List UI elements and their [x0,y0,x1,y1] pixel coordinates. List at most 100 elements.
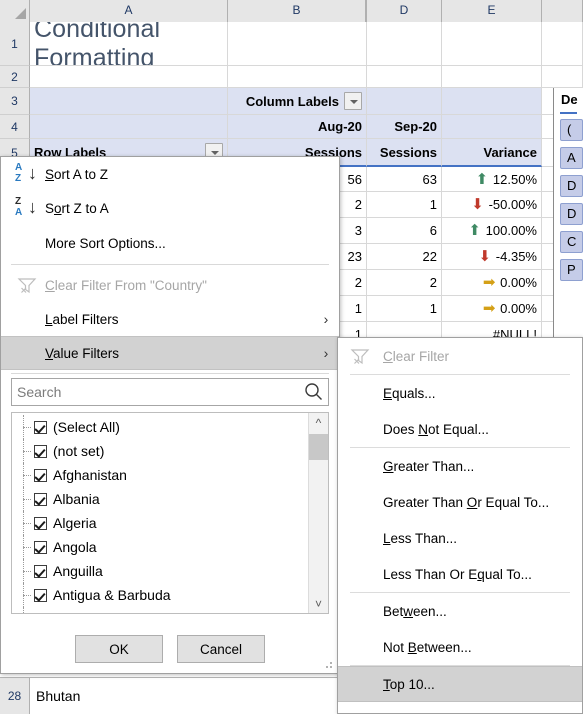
cell-b3-column-labels[interactable]: Column Labels [228,88,367,115]
row-header-2[interactable]: 2 [0,66,30,88]
column-header-b[interactable]: B [228,0,367,22]
tree-connector-icon [20,439,34,463]
submenu-item-clear-filter: Clear Filter [338,338,582,374]
menu-item-label-filters[interactable]: Label Filters › [1,302,339,336]
cell-e11[interactable]: ➡ 0.00% [442,296,542,322]
cell-e3[interactable] [442,88,542,115]
scroll-up-icon[interactable]: ^ [309,413,328,432]
submenu-item-less-than[interactable]: Less Than... [338,520,582,556]
cell-e2[interactable] [442,66,542,88]
list-item-label: Angola [53,539,97,555]
list-item[interactable]: Afghanistan [12,463,308,487]
submenu-item-greater-than-or-equal-to[interactable]: Greater Than Or Equal To... [338,484,582,520]
submenu-item-less-than-or-equal-to[interactable]: Less Than Or Equal To... [338,556,582,592]
scroll-down-icon[interactable]: ˅ [309,594,328,613]
menu-item-sort-a-to-z[interactable]: AZ ↓ Sort A to Z [1,157,339,191]
column-labels-filter-button[interactable] [344,92,362,110]
menu-item-value-filters[interactable]: Value Filters › [1,336,339,370]
cell-d2[interactable] [367,66,442,88]
submenu-item-greater-than[interactable]: Greater Than... [338,448,582,484]
checkbox[interactable] [34,540,47,554]
filter-value-list: (Select All) (not set) Afghanistan Alban… [11,412,329,614]
checkbox[interactable] [34,492,47,506]
list-item[interactable]: Angola [12,535,308,559]
checkbox[interactable] [34,516,47,530]
resize-grip-icon[interactable] [324,660,334,670]
pivot-field-item[interactable]: A [560,147,583,169]
cell-e6[interactable]: ⬆ 12.50% [442,167,542,192]
cell-e9[interactable]: ⬇ -4.35% [442,244,542,270]
column-header-a[interactable]: A [30,0,228,22]
column-header-f[interactable] [542,0,583,22]
list-scrollbar[interactable]: ^ ˅ [308,413,328,613]
submenu-item-not-between[interactable]: Not Between... [338,629,582,665]
submenu-item-label: Less Than... [383,530,458,546]
pivot-field-item[interactable]: P [560,259,583,281]
cell-e8[interactable]: ⬆ 100.00% [442,218,542,244]
row-header-28[interactable]: 28 [0,678,30,714]
cell-f1[interactable] [542,22,583,66]
search-input[interactable] [11,378,329,406]
cell-b4-aug[interactable]: Aug-20 [228,115,367,139]
cell-b1[interactable] [228,22,367,66]
cell-a2[interactable] [30,66,228,88]
cell-a4[interactable] [30,115,228,139]
menu-item-sort-z-to-a[interactable]: ZA ↓ Sort Z to A [1,191,339,225]
cell-d8[interactable]: 6 [367,218,442,244]
checkbox[interactable] [34,588,47,602]
checkbox[interactable] [34,420,47,434]
list-item[interactable]: Algeria [12,511,308,535]
cell-f2[interactable] [542,66,583,88]
cell-a1-title[interactable]: Conditional Formatting [30,22,228,66]
cell-d7[interactable]: 1 [367,192,442,218]
pivot-field-item[interactable]: ( [560,119,583,141]
menu-item-more-sort-options[interactable]: More Sort Options... [1,225,339,261]
cell-e4[interactable] [442,115,542,139]
menu-item-label: Clear Filter From "Country" [45,277,207,293]
cell-a3[interactable] [30,88,228,115]
cell-d5-sessions[interactable]: Sessions [367,139,442,167]
submenu-item-top-10[interactable]: Top 10... [338,666,582,702]
variance-value: 12.50% [492,171,537,187]
tree-connector-icon [20,583,34,607]
cell-e5-variance[interactable]: Variance [442,139,542,167]
cell-d6[interactable]: 63 [367,167,442,192]
submenu-item-equals[interactable]: Equals... [338,375,582,411]
pivot-field-item[interactable]: D [560,203,583,225]
submenu-item-between[interactable]: Between... [338,593,582,629]
pivot-field-item[interactable]: D [560,175,583,197]
submenu-item-does-not-equal[interactable]: Does Not Equal... [338,411,582,447]
checkbox[interactable] [34,444,47,458]
column-header-d[interactable]: D [367,0,442,22]
cell-e10[interactable]: ➡ 0.00% [442,270,542,296]
row-header-1[interactable]: 1 [0,22,30,66]
list-item[interactable]: Argentina [12,607,308,613]
ok-button[interactable]: OK [75,635,163,663]
row-header-3[interactable]: 3 [0,88,30,115]
checkbox[interactable] [34,564,47,578]
cell-e1[interactable] [442,22,542,66]
list-item[interactable]: Albania [12,487,308,511]
pivot-field-item[interactable]: C [560,231,583,253]
checkbox[interactable] [34,612,47,613]
scrollbar-thumb[interactable] [309,434,328,460]
list-item[interactable]: Antigua & Barbuda [12,583,308,607]
list-item-label: (Select All) [53,419,120,435]
cell-d11[interactable]: 1 [367,296,442,322]
cell-b2[interactable] [228,66,367,88]
menu-item-label: More Sort Options... [45,235,166,251]
cell-d10[interactable]: 2 [367,270,442,296]
select-all-corner[interactable] [0,0,30,22]
checkbox[interactable] [34,468,47,482]
cell-d9[interactable]: 22 [367,244,442,270]
list-item[interactable]: (not set) [12,439,308,463]
list-item[interactable]: (Select All) [12,415,308,439]
column-header-e[interactable]: E [442,0,542,22]
cell-e7[interactable]: ⬇ -50.00% [442,192,542,218]
list-item[interactable]: Anguilla [12,559,308,583]
cell-d3[interactable] [367,88,442,115]
cancel-button[interactable]: Cancel [177,635,265,663]
cell-d1[interactable] [367,22,442,66]
cell-d4-sep[interactable]: Sep-20 [367,115,442,139]
row-header-4[interactable]: 4 [0,115,30,139]
